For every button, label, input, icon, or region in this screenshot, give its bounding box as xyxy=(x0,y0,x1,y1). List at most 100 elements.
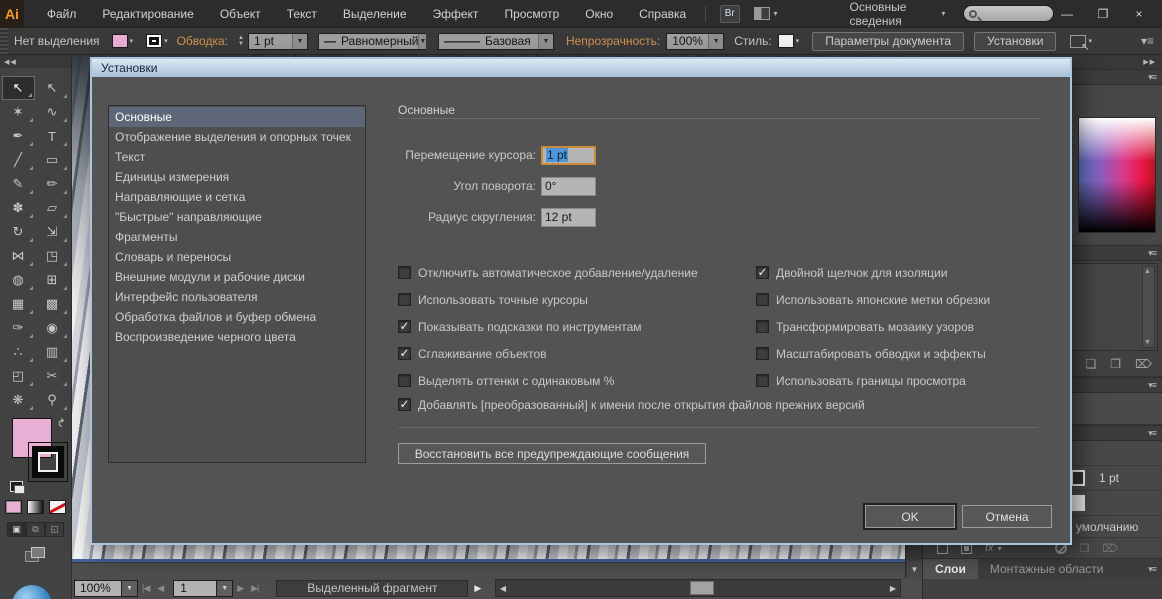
sidebar-item[interactable]: Обработка файлов и буфер обмена xyxy=(109,307,365,327)
resize-grip-icon[interactable]: ⋰ xyxy=(1150,234,1159,243)
stroke-color-swatch[interactable] xyxy=(146,34,162,48)
eraser-tool-button[interactable]: ▱ xyxy=(36,196,69,220)
menu-item[interactable]: Окно xyxy=(572,7,626,21)
checkbox[interactable] xyxy=(398,374,411,387)
menu-item[interactable]: Справка xyxy=(626,7,699,21)
new-symbol-icon[interactable]: ❐ xyxy=(1110,357,1121,371)
panel-menu-icon[interactable]: ▾≡ xyxy=(1148,428,1156,439)
gradient-button[interactable] xyxy=(27,500,44,514)
sidebar-item[interactable]: Отображение выделения и опорных точек xyxy=(109,127,365,147)
control-panel-menu-icon[interactable]: ▾≡ xyxy=(1141,34,1154,48)
artboard-tool-button[interactable]: ◰ xyxy=(2,364,35,388)
prev-artboard-icon[interactable]: ◀ xyxy=(157,583,163,594)
search-input[interactable] xyxy=(963,5,1054,22)
checkbox[interactable] xyxy=(398,293,411,306)
chevron-down-icon[interactable]: ▾ xyxy=(796,37,800,45)
stepper-down-icon[interactable]: ▼ xyxy=(238,41,244,47)
isolate-selection-icon[interactable] xyxy=(1070,35,1086,48)
checkbox[interactable] xyxy=(756,320,769,333)
direct-selection-tool-button[interactable]: ↖ xyxy=(36,76,69,100)
scroll-left-icon[interactable]: ◀ xyxy=(496,580,510,596)
delete-item-icon[interactable]: ⌦ xyxy=(1102,542,1118,555)
paintbrush-tool-button[interactable]: ✎ xyxy=(2,172,35,196)
dropdown-icon[interactable]: ▼ xyxy=(122,580,138,597)
sidebar-item[interactable]: Фрагменты xyxy=(109,227,365,247)
mesh-tool-button[interactable]: ▦ xyxy=(2,292,35,316)
blob-brush-tool-button[interactable]: ✽ xyxy=(2,196,35,220)
menu-item[interactable]: Выделение xyxy=(330,7,420,21)
blend-tool-button[interactable]: ◉ xyxy=(36,316,69,340)
menu-item[interactable]: Текст xyxy=(274,7,330,21)
dropdown-icon[interactable]: ▼ xyxy=(217,580,233,597)
width-tool-button[interactable]: ⋈ xyxy=(2,244,35,268)
draw-inside-mode-icon[interactable]: ◱ xyxy=(45,522,64,537)
checkbox[interactable]: ✓ xyxy=(398,347,411,360)
style-swatch[interactable] xyxy=(778,34,794,48)
checkbox[interactable]: ✓ xyxy=(398,398,411,411)
sidebar-item[interactable]: Внешние модули и рабочие диски xyxy=(109,267,365,287)
stroke-label[interactable]: Обводка: xyxy=(177,34,228,48)
menu-item[interactable]: Эффект xyxy=(420,7,492,21)
checkbox[interactable] xyxy=(756,293,769,306)
dropdown-icon[interactable]: ▼ xyxy=(418,34,426,49)
column-graph-tool-button[interactable]: ▥ xyxy=(36,340,69,364)
perspective-grid-tool-button[interactable]: ⊞ xyxy=(36,268,69,292)
fill-color-swatch[interactable] xyxy=(112,34,128,48)
panel-grip[interactable] xyxy=(0,28,8,54)
panel-menu-icon[interactable]: ▾≡ xyxy=(1148,380,1156,391)
sidebar-item[interactable]: Воспроизведение черного цвета xyxy=(109,327,365,347)
menu-item[interactable]: Файл xyxy=(34,7,90,21)
brush-select[interactable]: ——— Базовая ▼ xyxy=(438,33,554,50)
scrollbar-track[interactable] xyxy=(510,580,886,596)
keyboard-increment-field[interactable]: 1 pt xyxy=(541,146,596,165)
cancel-button[interactable]: Отмена xyxy=(962,505,1052,528)
panel-grip-icon[interactable]: ·········· xyxy=(0,68,71,76)
horizontal-scrollbar[interactable]: ◀ ▶ xyxy=(495,579,901,597)
menu-item[interactable]: Просмотр xyxy=(491,7,572,21)
sidebar-item[interactable]: Основные xyxy=(109,107,365,127)
sidebar-item[interactable]: Направляющие и сетка xyxy=(109,187,365,207)
tab-layers[interactable]: Слои xyxy=(923,559,978,579)
next-artboard-icon[interactable]: ▶ xyxy=(237,583,243,594)
checkbox[interactable] xyxy=(756,374,769,387)
artboard-number-select[interactable]: 1 xyxy=(173,580,217,597)
sidebar-item[interactable]: Текст xyxy=(109,147,365,167)
status-menu-icon[interactable]: ▶ xyxy=(474,583,481,594)
document-setup-button[interactable]: Параметры документа xyxy=(812,32,964,51)
symbol-library-icon[interactable]: ❏ xyxy=(1086,357,1097,371)
scroll-right-icon[interactable]: ▶ xyxy=(886,580,900,596)
color-spectrum[interactable] xyxy=(1078,117,1156,233)
selection-tool-button[interactable]: ↖ xyxy=(2,76,35,100)
duplicate-item-icon[interactable]: ❐ xyxy=(1080,542,1090,555)
stroke-color-control[interactable] xyxy=(28,442,68,482)
collapse-panel-icon[interactable]: ◀◀ xyxy=(0,55,71,68)
dropdown-icon[interactable]: ▼ xyxy=(708,34,723,49)
type-tool-button[interactable]: T xyxy=(36,124,69,148)
corner-radius-field[interactable]: 12 pt xyxy=(541,208,596,227)
symbol-sprayer-tool-button[interactable]: ∴ xyxy=(2,340,35,364)
scroll-down-icon[interactable]: ▼ xyxy=(1144,339,1151,346)
preferences-button[interactable]: Установки xyxy=(974,32,1056,51)
stroke-width-select[interactable]: 1 pt ▼ xyxy=(248,33,308,50)
status-indicator[interactable]: Выделенный фрагмент xyxy=(276,580,468,597)
sidebar-item[interactable]: Интерфейс пользователя xyxy=(109,287,365,307)
scroll-up-icon[interactable]: ▲ xyxy=(1144,268,1151,275)
sidebar-item[interactable]: "Быстрые" направляющие xyxy=(109,207,365,227)
menu-item[interactable]: Редактирование xyxy=(89,7,206,21)
panel-menu-icon[interactable]: ▾≡ xyxy=(1148,248,1156,259)
chevron-down-icon[interactable]: ▾ xyxy=(164,37,168,45)
chevron-down-icon[interactable]: ▾ xyxy=(130,37,134,45)
sidebar-item[interactable]: Единицы измерения xyxy=(109,167,365,187)
swap-fill-stroke-icon[interactable]: ↷ xyxy=(56,418,69,427)
pen-tool-button[interactable]: ✒ xyxy=(2,124,35,148)
scrollbar-thumb[interactable] xyxy=(690,581,714,595)
rotate-tool-button[interactable]: ↻ xyxy=(2,220,35,244)
screen-mode-button[interactable] xyxy=(25,547,47,565)
draw-behind-mode-icon[interactable]: ⧉ xyxy=(26,522,45,537)
constrain-angle-field[interactable]: 0° xyxy=(541,177,596,196)
opacity-label[interactable]: Непрозрачность: xyxy=(566,34,660,48)
menu-item[interactable]: Объект xyxy=(207,7,274,21)
scroll-down-icon[interactable]: ▼ xyxy=(907,561,922,578)
tab-artboards[interactable]: Монтажные области xyxy=(978,559,1116,579)
checkbox[interactable] xyxy=(398,266,411,279)
